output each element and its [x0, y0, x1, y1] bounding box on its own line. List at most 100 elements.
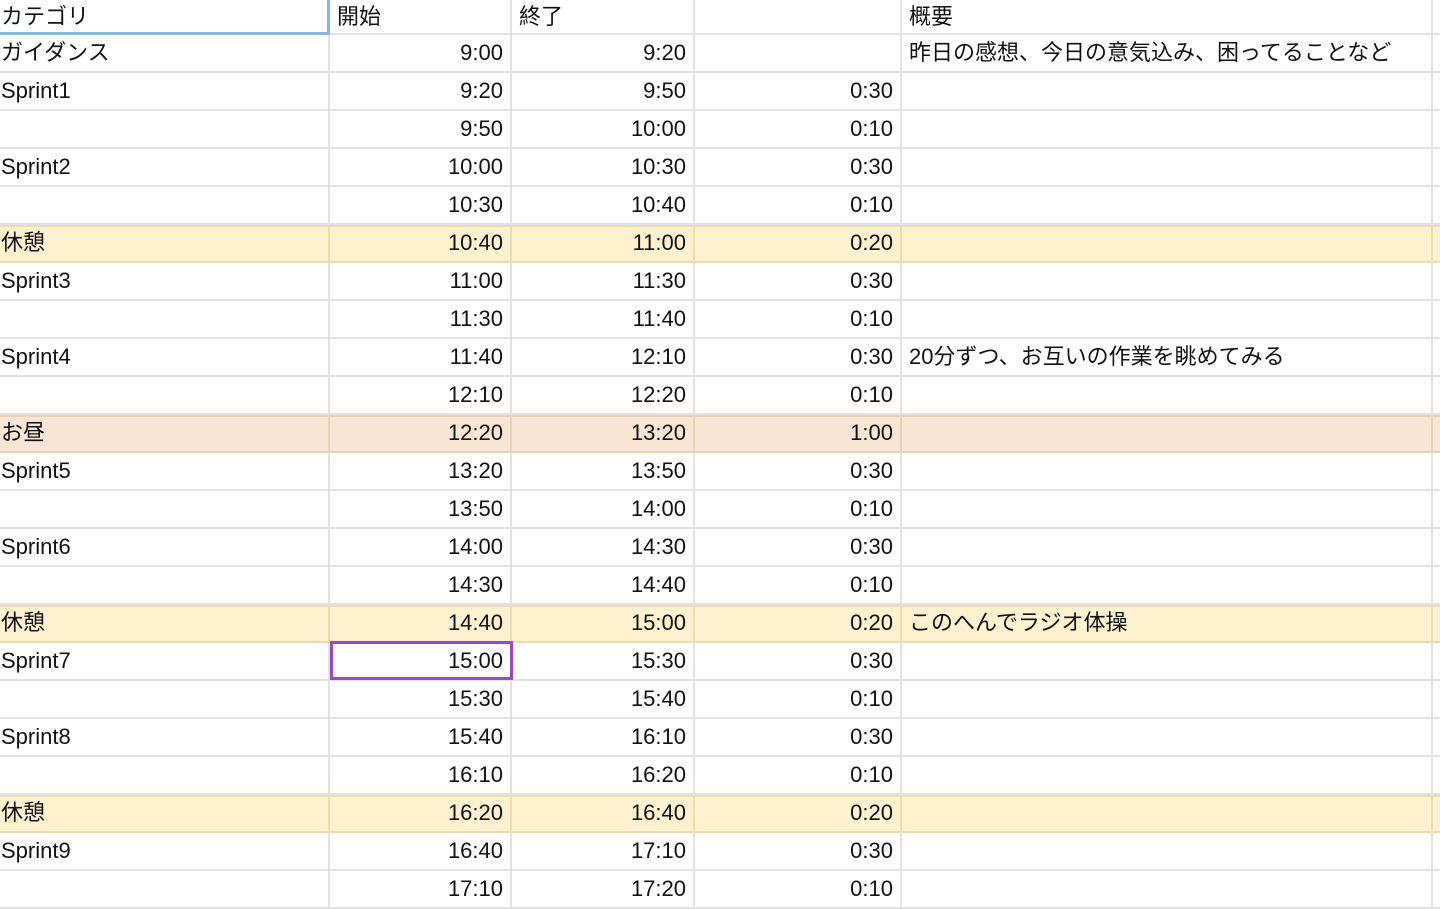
end-cell[interactable]: 11:00	[512, 225, 695, 261]
end-cell[interactable]: 10:00	[512, 111, 695, 147]
summary-cell[interactable]	[902, 111, 1433, 147]
summary-cell[interactable]: 昨日の感想、今日の意気込み、困ってることなど	[902, 35, 1433, 71]
summary-cell[interactable]	[902, 643, 1433, 679]
summary-cell[interactable]	[902, 415, 1433, 451]
start-cell[interactable]: 11:30	[330, 301, 512, 337]
start-cell[interactable]: 9:50	[330, 111, 512, 147]
end-cell[interactable]: 10:30	[512, 149, 695, 185]
summary-cell[interactable]	[902, 187, 1433, 223]
duration-cell[interactable]: 0:10	[695, 757, 902, 793]
end-cell[interactable]: 16:10	[512, 719, 695, 755]
header-category[interactable]: カテゴリ	[0, 0, 330, 33]
extra-cell[interactable]	[1433, 681, 1440, 717]
summary-cell[interactable]	[902, 225, 1433, 261]
category-cell[interactable]: Sprint5	[0, 453, 330, 489]
category-cell[interactable]	[0, 491, 330, 527]
end-cell[interactable]: 17:10	[512, 833, 695, 869]
extra-cell[interactable]	[1433, 795, 1440, 831]
start-cell[interactable]: 16:10	[330, 757, 512, 793]
start-cell[interactable]: 11:00	[330, 263, 512, 299]
duration-cell[interactable]: 0:30	[695, 833, 902, 869]
duration-cell[interactable]: 0:30	[695, 73, 902, 109]
extra-cell[interactable]	[1433, 757, 1440, 793]
category-cell[interactable]: Sprint1	[0, 73, 330, 109]
extra-cell[interactable]	[1433, 567, 1440, 603]
duration-cell[interactable]: 0:20	[695, 605, 902, 641]
extra-cell[interactable]	[1433, 339, 1440, 375]
extra-cell[interactable]	[1433, 415, 1440, 451]
duration-cell[interactable]: 0:10	[695, 681, 902, 717]
extra-cell[interactable]	[1433, 73, 1440, 109]
end-cell[interactable]: 9:20	[512, 35, 695, 71]
start-cell[interactable]: 12:20	[330, 415, 512, 451]
summary-cell[interactable]	[902, 681, 1433, 717]
summary-cell[interactable]	[902, 719, 1433, 755]
extra-cell[interactable]	[1433, 605, 1440, 641]
category-cell[interactable]: Sprint2	[0, 149, 330, 185]
summary-cell[interactable]	[902, 757, 1433, 793]
extra-cell[interactable]	[1433, 301, 1440, 337]
end-cell[interactable]: 13:20	[512, 415, 695, 451]
start-cell[interactable]: 14:30	[330, 567, 512, 603]
category-cell[interactable]	[0, 871, 330, 907]
end-cell[interactable]: 14:40	[512, 567, 695, 603]
end-cell[interactable]: 16:20	[512, 757, 695, 793]
start-cell[interactable]: 14:00	[330, 529, 512, 565]
extra-cell[interactable]	[1433, 719, 1440, 755]
start-cell[interactable]: 12:10	[330, 377, 512, 413]
duration-cell[interactable]: 0:10	[695, 111, 902, 147]
summary-cell[interactable]	[902, 491, 1433, 527]
duration-cell[interactable]: 0:20	[695, 795, 902, 831]
duration-cell[interactable]: 0:10	[695, 871, 902, 907]
duration-cell[interactable]: 0:30	[695, 719, 902, 755]
summary-cell[interactable]	[902, 833, 1433, 869]
extra-cell[interactable]	[1433, 529, 1440, 565]
summary-cell[interactable]	[902, 73, 1433, 109]
category-cell[interactable]: ガイダンス	[0, 35, 330, 71]
extra-cell[interactable]	[1433, 453, 1440, 489]
start-cell[interactable]: 10:00	[330, 149, 512, 185]
category-cell[interactable]: お昼	[0, 415, 330, 451]
start-cell[interactable]: 9:20	[330, 73, 512, 109]
end-cell[interactable]: 15:40	[512, 681, 695, 717]
end-cell[interactable]: 10:40	[512, 187, 695, 223]
extra-cell[interactable]	[1433, 35, 1440, 71]
duration-cell[interactable]: 0:30	[695, 529, 902, 565]
category-cell[interactable]: Sprint6	[0, 529, 330, 565]
extra-cell[interactable]	[1433, 149, 1440, 185]
category-cell[interactable]: Sprint9	[0, 833, 330, 869]
summary-cell[interactable]	[902, 301, 1433, 337]
start-cell[interactable]: 9:00	[330, 35, 512, 71]
end-cell[interactable]: 12:20	[512, 377, 695, 413]
start-cell[interactable]: 13:20	[330, 453, 512, 489]
start-cell[interactable]: 16:40	[330, 833, 512, 869]
summary-cell[interactable]: このへんでラジオ体操	[902, 605, 1433, 641]
end-cell[interactable]: 11:30	[512, 263, 695, 299]
start-cell[interactable]: 16:20	[330, 795, 512, 831]
summary-cell[interactable]	[902, 453, 1433, 489]
summary-cell[interactable]	[902, 263, 1433, 299]
duration-cell[interactable]: 1:00	[695, 415, 902, 451]
category-cell[interactable]: 休憩	[0, 225, 330, 261]
category-cell[interactable]	[0, 377, 330, 413]
summary-cell[interactable]	[902, 149, 1433, 185]
category-cell[interactable]	[0, 567, 330, 603]
duration-cell[interactable]: 0:30	[695, 453, 902, 489]
category-cell[interactable]: Sprint4	[0, 339, 330, 375]
extra-cell[interactable]	[1433, 187, 1440, 223]
category-cell[interactable]	[0, 301, 330, 337]
start-cell[interactable]: 17:10	[330, 871, 512, 907]
duration-cell[interactable]: 0:30	[695, 149, 902, 185]
end-cell[interactable]: 14:00	[512, 491, 695, 527]
end-cell[interactable]: 17:20	[512, 871, 695, 907]
header-duration[interactable]	[695, 0, 902, 33]
duration-cell[interactable]: 0:10	[695, 491, 902, 527]
end-cell[interactable]: 14:30	[512, 529, 695, 565]
extra-cell[interactable]	[1433, 263, 1440, 299]
summary-cell[interactable]	[902, 377, 1433, 413]
category-cell[interactable]	[0, 757, 330, 793]
start-cell[interactable]: 15:30	[330, 681, 512, 717]
end-cell[interactable]: 15:00	[512, 605, 695, 641]
header-summary[interactable]: 概要	[902, 0, 1433, 33]
summary-cell[interactable]	[902, 529, 1433, 565]
